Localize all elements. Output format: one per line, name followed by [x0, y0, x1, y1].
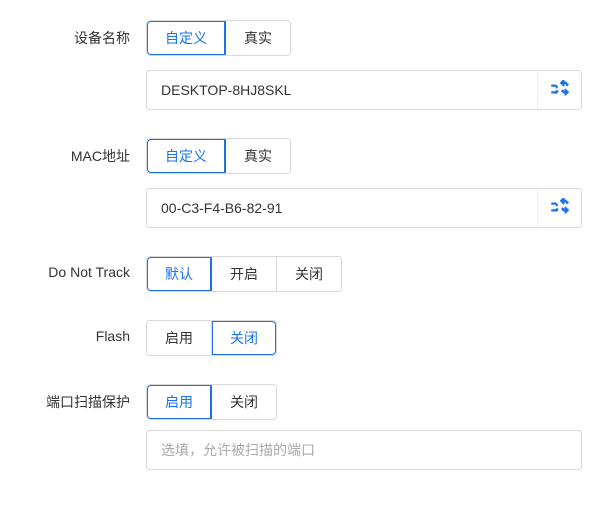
device-name-real-button[interactable]: 真实	[226, 21, 290, 55]
shuffle-icon	[551, 80, 569, 101]
dnt-on-button[interactable]: 开启	[212, 257, 277, 291]
flash-enable-button[interactable]: 启用	[147, 321, 212, 355]
dnt-default-button[interactable]: 默认	[147, 257, 212, 291]
port-scan-enable-button[interactable]: 启用	[147, 385, 212, 419]
mac-custom-button[interactable]: 自定义	[147, 139, 226, 173]
flash-disable-button[interactable]: 关闭	[212, 321, 276, 355]
port-scan-disable-button[interactable]: 关闭	[212, 385, 276, 419]
device-name-input[interactable]	[147, 71, 537, 109]
shuffle-icon	[551, 198, 569, 219]
port-scan-toggle-group: 启用 关闭	[146, 384, 277, 420]
port-scan-input[interactable]	[146, 430, 582, 470]
flash-label: Flash	[24, 320, 146, 344]
mac-input[interactable]	[147, 189, 537, 227]
dnt-label: Do Not Track	[24, 256, 146, 280]
mac-real-button[interactable]: 真实	[226, 139, 290, 173]
mac-address-label: MAC地址	[24, 138, 146, 166]
device-name-custom-button[interactable]: 自定义	[147, 21, 226, 55]
dnt-toggle-group: 默认 开启 关闭	[146, 256, 342, 292]
device-name-shuffle-button[interactable]	[537, 71, 581, 109]
dnt-off-button[interactable]: 关闭	[277, 257, 341, 291]
mac-input-row	[146, 188, 582, 228]
device-name-input-row	[146, 70, 582, 110]
device-name-toggle-group: 自定义 真实	[146, 20, 291, 56]
device-name-label: 设备名称	[24, 20, 146, 48]
port-scan-label: 端口扫描保护	[24, 384, 146, 412]
flash-toggle-group: 启用 关闭	[146, 320, 277, 356]
mac-toggle-group: 自定义 真实	[146, 138, 291, 174]
mac-shuffle-button[interactable]	[537, 189, 581, 227]
